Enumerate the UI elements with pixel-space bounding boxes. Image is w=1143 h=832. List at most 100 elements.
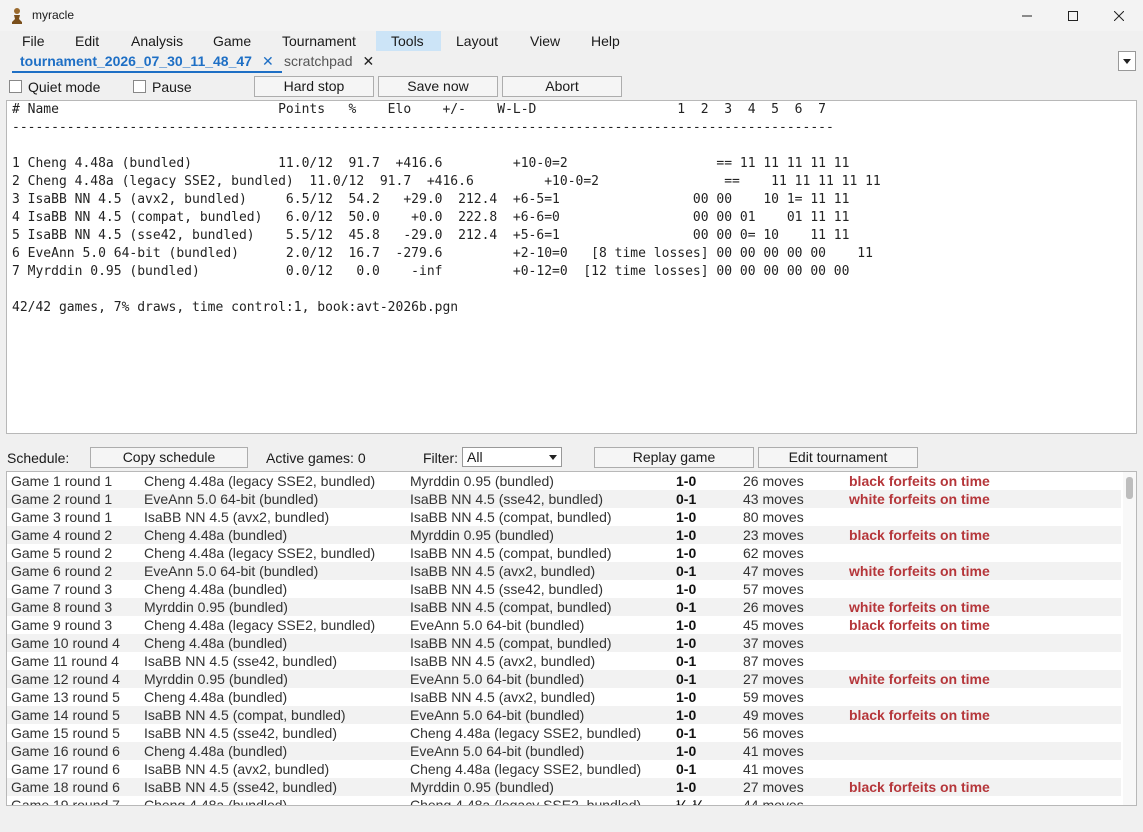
schedule-row[interactable]: Game 1 round 1 Cheng 4.48a (legacy SSE2, … [7,472,1121,490]
standings-table: # Name Points % Elo +/- W-L-D 1 2 3 4 5 … [12,101,881,317]
schedule-row[interactable]: Game 17 round 6 IsaBB NN 4.5 (avx2, bundl… [7,760,1121,778]
game-cell: Game 12 round 4 [11,671,120,687]
moves-cell: 62 moves [743,545,804,561]
menu-layout[interactable]: Layout [446,31,508,51]
result-cell: 1-0 [676,743,697,759]
vertical-scrollbar[interactable] [1123,472,1136,805]
black-player-cell: EveAnn 5.0 64-bit (bundled) [410,671,585,687]
hard-stop-button[interactable]: Hard stop [254,76,374,97]
chess-pawn-icon [12,8,22,24]
copy-schedule-button[interactable]: Copy schedule [90,447,248,468]
moves-cell: 41 moves [743,743,804,759]
schedule-row[interactable]: Game 4 round 2 Cheng 4.48a (bundled) Myrdd… [7,526,1121,544]
pause-checkbox[interactable] [133,80,146,93]
scrollbar-thumb[interactable] [1126,477,1133,499]
tab-label: tournament_2026_07_30_11_48_47 [20,53,252,69]
tab-scratchpad[interactable]: scratchpad ✕ [276,51,382,73]
schedule-row[interactable]: Game 11 round 4 IsaBB NN 4.5 (sse42, bund… [7,652,1121,670]
standings-row: 5 IsaBB NN 4.5 (sse42, bundled) 5.5/12 4… [12,228,850,243]
game-cell: Game 14 round 5 [11,707,120,723]
standings-panel[interactable]: # Name Points % Elo +/- W-L-D 1 2 3 4 5 … [6,100,1137,434]
title-bar: myracle [0,0,1143,31]
moves-cell: 56 moves [743,725,804,741]
schedule-row[interactable]: Game 18 round 6 IsaBB NN 4.5 (sse42, bund… [7,778,1121,796]
black-player-cell: IsaBB NN 4.5 (avx2, bundled) [410,689,596,705]
black-player-cell: IsaBB NN 4.5 (compat, bundled) [410,599,612,615]
menu-view[interactable]: View [520,31,570,51]
game-cell: Game 9 round 3 [11,617,113,633]
game-cell: Game 10 round 4 [11,635,120,651]
white-player-cell: Cheng 4.48a (bundled) [144,527,288,543]
termination-note: black forfeits on time [849,707,990,723]
tournament-controls: Quiet mode Pause Hard stop Save now Abor… [0,75,1143,97]
game-cell: Game 1 round 1 [11,473,113,489]
menu-tools[interactable]: Tools [376,31,441,51]
close-tab-icon[interactable]: ✕ [362,53,374,69]
white-player-cell: IsaBB NN 4.5 (compat, bundled) [144,707,346,723]
termination-note: white forfeits on time [849,599,990,615]
menu-analysis[interactable]: Analysis [121,31,193,51]
moves-cell: 49 moves [743,707,804,723]
menu-game[interactable]: Game [203,31,261,51]
schedule-row[interactable]: Game 13 round 5 Cheng 4.48a (bundled) IsaB… [7,688,1121,706]
filter-label: Filter: [423,450,458,466]
result-cell: 0-1 [676,491,697,507]
close-button[interactable] [1096,0,1142,31]
schedule-row[interactable]: Game 16 round 6 Cheng 4.48a (bundled) EveA… [7,742,1121,760]
black-player-cell: Cheng 4.48a (legacy SSE2, bundled) [410,797,642,806]
moves-cell: 26 moves [743,599,804,615]
schedule-row[interactable]: Game 7 round 3 Cheng 4.48a (bundled) IsaBB… [7,580,1121,598]
result-cell: 1-0 [676,707,697,723]
schedule-row[interactable]: Game 5 round 2 Cheng 4.48a (legacy SSE2, … [7,544,1121,562]
schedule-row[interactable]: Game 2 round 1 EveAnn 5.0 64-bit (bundled… [7,490,1121,508]
minimize-button[interactable] [1004,0,1050,31]
standings-row: 3 IsaBB NN 4.5 (avx2, bundled) 6.5/12 54… [12,192,850,207]
tab-list-dropdown[interactable] [1118,51,1136,71]
moves-cell: 44 moves [743,797,804,806]
tab-bar: tournament_2026_07_30_11_48_47 ✕ scratchp… [0,51,1143,73]
maximize-button[interactable] [1050,0,1096,31]
menu-file[interactable]: File [12,31,55,51]
replay-game-button[interactable]: Replay game [594,447,754,468]
menu-tournament[interactable]: Tournament [272,31,366,51]
save-now-button[interactable]: Save now [378,76,498,97]
schedule-row[interactable]: Game 12 round 4 Myrddin 0.95 (bundled) Eve… [7,670,1121,688]
schedule-row[interactable]: Game 3 round 1 IsaBB NN 4.5 (avx2, bundle… [7,508,1121,526]
filter-value: All [467,449,483,465]
schedule-row[interactable]: Game 8 round 3 Myrddin 0.95 (bundled) IsaB… [7,598,1121,616]
tab-tournament[interactable]: tournament_2026_07_30_11_48_47 ✕ [12,51,282,73]
moves-cell: 45 moves [743,617,804,633]
termination-note: white forfeits on time [849,671,990,687]
game-cell: Game 11 round 4 [11,653,119,669]
abort-button[interactable]: Abort [502,76,622,97]
schedule-toolbar: Schedule: Copy schedule Active games: 0 … [0,446,1143,468]
black-player-cell: Cheng 4.48a (legacy SSE2, bundled) [410,761,642,777]
schedule-row[interactable]: Game 19 round 7 Cheng 4.48a (bundled) Chen… [7,796,1121,806]
game-cell: Game 3 round 1 [11,509,113,525]
black-player-cell: Cheng 4.48a (legacy SSE2, bundled) [410,725,642,741]
result-cell: 0-1 [676,725,697,741]
filter-select[interactable]: All [462,447,562,467]
standings-row: 2 Cheng 4.48a (legacy SSE2, bundled) 11.… [12,174,881,189]
moves-cell: 26 moves [743,473,804,489]
schedule-row[interactable]: Game 9 round 3 Cheng 4.48a (legacy SSE2, … [7,616,1121,634]
white-player-cell: IsaBB NN 4.5 (avx2, bundled) [144,509,330,525]
result-cell: 1-0 [676,635,697,651]
moves-cell: 27 moves [743,779,804,795]
schedule-row[interactable]: Game 6 round 2 EveAnn 5.0 64-bit (bundled… [7,562,1121,580]
result-cell: 0-1 [676,761,697,777]
schedule-row[interactable]: Game 10 round 4 Cheng 4.48a (bundled) IsaB… [7,634,1121,652]
pause-label: Pause [152,79,192,95]
menu-edit[interactable]: Edit [65,31,109,51]
result-cell: ½-½ [676,797,705,806]
schedule-row[interactable]: Game 14 round 5 IsaBB NN 4.5 (compat, bun… [7,706,1121,724]
black-player-cell: IsaBB NN 4.5 (avx2, bundled) [410,563,596,579]
close-tab-icon[interactable]: ✕ [262,53,274,69]
white-player-cell: Cheng 4.48a (bundled) [144,743,288,759]
schedule-row[interactable]: Game 15 round 5 IsaBB NN 4.5 (sse42, bund… [7,724,1121,742]
edit-tournament-button[interactable]: Edit tournament [758,447,918,468]
result-cell: 1-0 [676,473,697,489]
quiet-mode-checkbox[interactable] [9,80,22,93]
game-cell: Game 4 round 2 [11,527,113,543]
menu-help[interactable]: Help [581,31,630,51]
